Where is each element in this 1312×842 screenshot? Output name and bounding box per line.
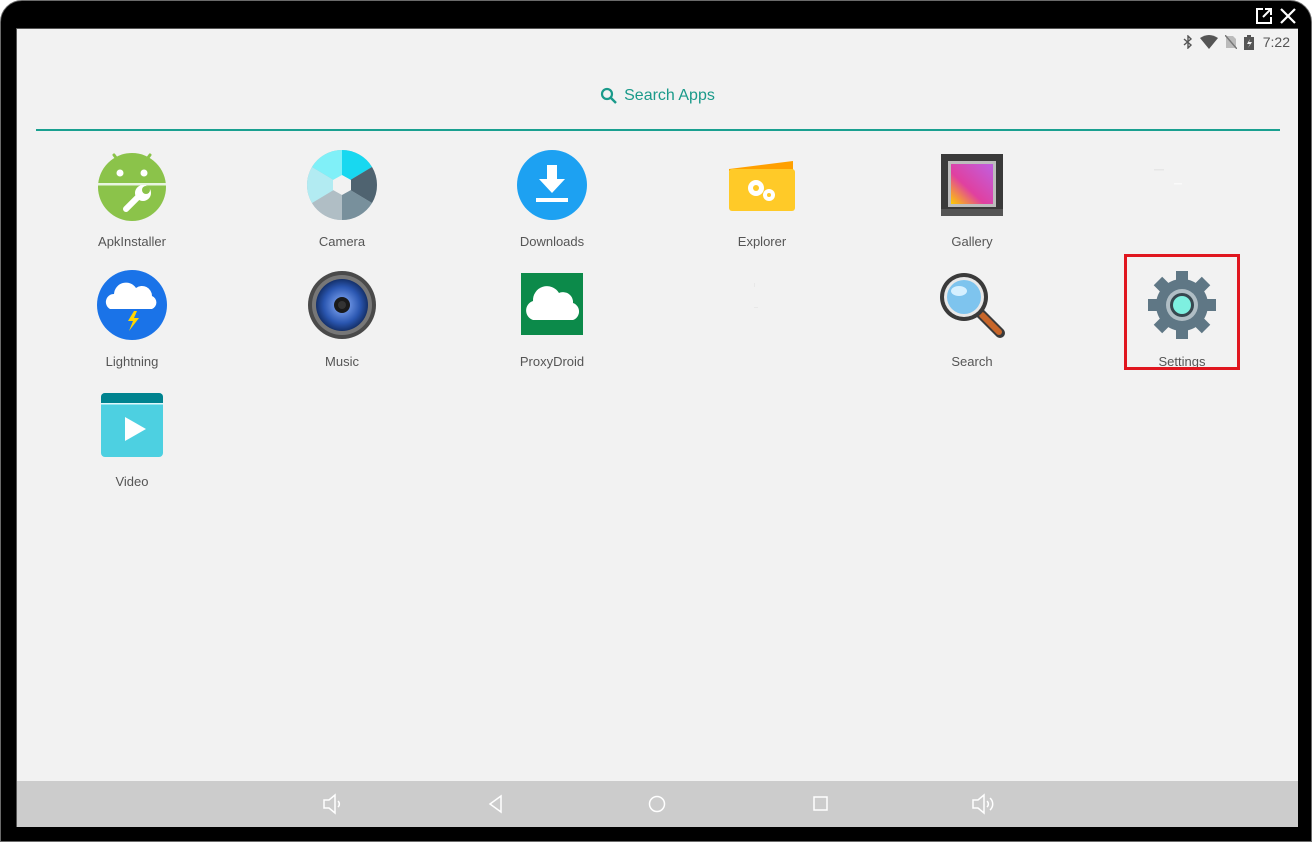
recents-icon — [813, 796, 828, 811]
blank-app-icon — [754, 283, 758, 308]
external-window-icon — [1256, 8, 1272, 24]
close-window-button[interactable] — [1278, 6, 1298, 26]
no-sim-icon — [1224, 35, 1237, 49]
home-button[interactable] — [644, 793, 670, 815]
android-screen: 7:22 Search Apps ApkInstaller Camera Dow… — [16, 28, 1298, 827]
app-gallery[interactable]: Gallery — [867, 147, 1077, 267]
cloud-lightning-icon — [97, 270, 167, 340]
wifi-icon — [1199, 35, 1218, 49]
volume-up-button[interactable] — [970, 793, 996, 815]
app-settings[interactable]: Settings — [1077, 254, 1287, 387]
play-video-icon — [101, 393, 163, 457]
app-label: Downloads — [519, 234, 585, 249]
blank-app-icon — [1154, 169, 1182, 185]
app-camera[interactable]: Camera — [237, 147, 447, 267]
android-wrench-icon — [98, 153, 166, 221]
picture-frame-icon — [941, 154, 1003, 216]
app-grid: ApkInstaller Camera Downloads Explorer G… — [27, 147, 1287, 507]
app-label: Music — [325, 354, 359, 369]
recents-button[interactable] — [807, 793, 833, 815]
speaker-icon — [308, 271, 376, 339]
app-label: ApkInstaller — [98, 234, 166, 249]
search-apps[interactable]: Search Apps — [17, 87, 1298, 110]
app-search[interactable]: Search — [867, 267, 1077, 387]
app-proxydroid[interactable]: ProxyDroid — [447, 267, 657, 387]
battery-charging-icon — [1243, 34, 1254, 50]
clock: 7:22 — [1262, 34, 1290, 50]
gear-icon — [1148, 271, 1216, 339]
app-blank[interactable] — [657, 267, 867, 387]
app-explorer[interactable]: Explorer — [657, 147, 867, 267]
app-downloads[interactable]: Downloads — [447, 147, 657, 267]
close-icon — [1280, 8, 1296, 24]
status-bar: 7:22 — [1183, 32, 1290, 52]
app-lightning[interactable]: Lightning — [27, 267, 237, 387]
search-divider — [36, 129, 1280, 131]
back-icon — [488, 794, 502, 814]
download-icon — [517, 150, 587, 220]
app-label: Video — [115, 474, 149, 489]
app-blank[interactable] — [1077, 147, 1287, 267]
app-music[interactable]: Music — [237, 267, 447, 387]
volume-up-icon — [972, 793, 994, 815]
cloud-icon — [521, 273, 583, 335]
folder-gears-icon — [729, 161, 795, 211]
navigation-bar — [17, 781, 1298, 827]
bluetooth-icon — [1183, 35, 1192, 49]
app-video[interactable]: Video — [27, 387, 237, 507]
camera-shutter-icon — [307, 150, 377, 220]
app-label: Camera — [318, 234, 366, 249]
popout-window-button[interactable] — [1254, 6, 1274, 26]
app-label: Gallery — [951, 234, 993, 249]
app-label: Settings — [1158, 354, 1206, 369]
search-apps-label: Search Apps — [624, 87, 715, 104]
app-label: Lightning — [105, 354, 159, 369]
app-apkinstaller[interactable]: ApkInstaller — [27, 147, 237, 267]
app-label: Explorer — [737, 234, 787, 249]
app-label: ProxyDroid — [519, 354, 585, 369]
back-button[interactable] — [483, 793, 509, 815]
volume-down-icon — [323, 793, 341, 815]
home-icon — [648, 795, 666, 813]
volume-down-button[interactable] — [320, 793, 346, 815]
search-icon — [601, 87, 617, 104]
magnifier-icon — [940, 273, 1005, 338]
app-label: Search — [951, 354, 993, 369]
